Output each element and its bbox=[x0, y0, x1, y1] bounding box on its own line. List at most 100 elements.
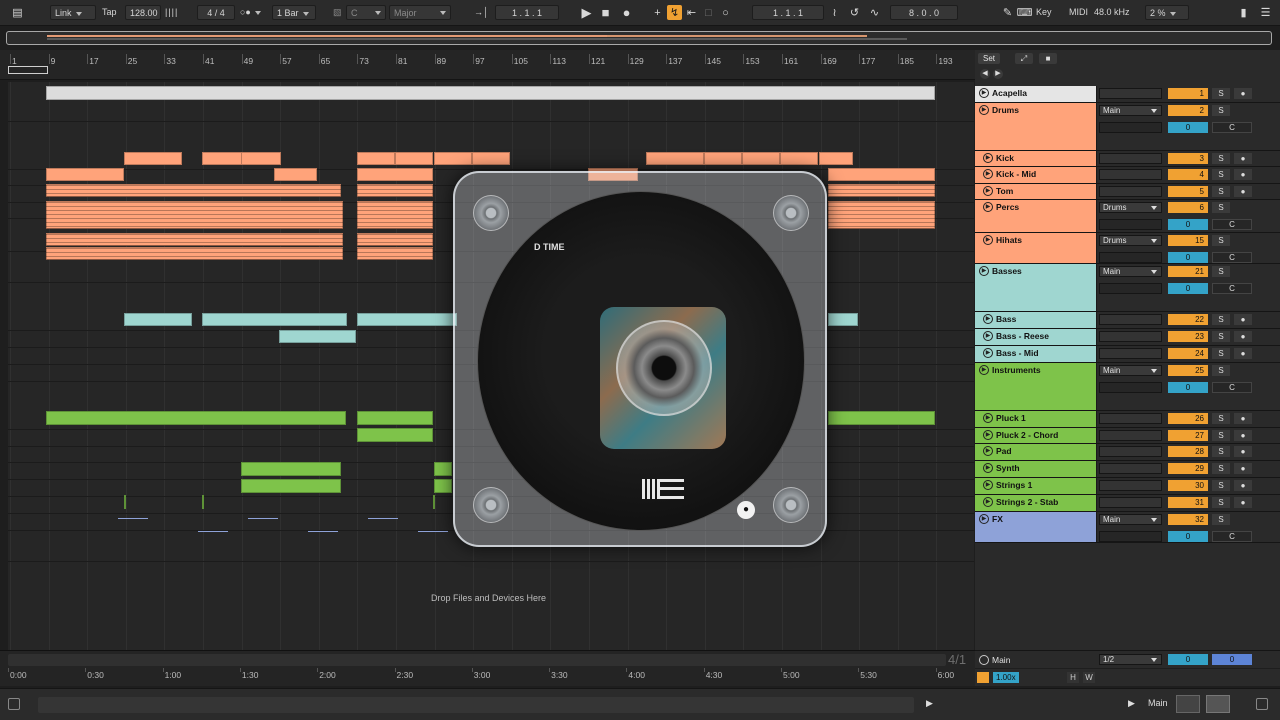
automation-arm-icon[interactable]: ↯ bbox=[667, 5, 682, 20]
lock-icon[interactable]: ■ bbox=[1039, 53, 1057, 64]
solo-button[interactable]: S bbox=[1212, 202, 1230, 213]
loop-icon[interactable]: ↺ bbox=[847, 5, 862, 20]
record-arm-icon[interactable]: ● bbox=[1234, 169, 1252, 180]
track-activator-icon[interactable]: ▶ bbox=[983, 446, 993, 456]
track-row[interactable]: ▶ Kick - Mid 4 S ● bbox=[975, 167, 1280, 184]
track-routing-dropdown[interactable]: Main bbox=[1099, 105, 1162, 116]
arrangement-clip[interactable] bbox=[357, 184, 433, 197]
arrow-left-icon[interactable]: ◀ bbox=[980, 69, 990, 79]
track-number[interactable]: 4 bbox=[1168, 169, 1208, 180]
track-activator-icon[interactable]: ▶ bbox=[979, 266, 989, 276]
record-arm-icon[interactable]: ● bbox=[1234, 331, 1252, 342]
record-arm-icon[interactable]: ● bbox=[1234, 153, 1252, 164]
cue-button[interactable]: C bbox=[1212, 122, 1252, 133]
track-routing-dropdown[interactable] bbox=[1099, 430, 1162, 441]
solo-button[interactable]: S bbox=[1212, 331, 1230, 342]
arrangement-clip[interactable] bbox=[202, 495, 204, 509]
main-pan[interactable]: 0 bbox=[1212, 654, 1252, 665]
track-row[interactable]: ▶ FX Main 32 S 0 C bbox=[975, 512, 1280, 543]
track-number[interactable]: 25 bbox=[1168, 365, 1208, 376]
track-name-panel[interactable]: ▶ Strings 1 bbox=[975, 478, 1097, 494]
set-button[interactable]: Set bbox=[978, 53, 1001, 64]
track-number[interactable]: 3 bbox=[1168, 153, 1208, 164]
track-name-panel[interactable]: ▶ Kick bbox=[975, 151, 1097, 166]
track-routing-dropdown[interactable] bbox=[1099, 169, 1162, 180]
arrangement-clip[interactable] bbox=[828, 313, 858, 326]
track-routing-dropdown[interactable] bbox=[1099, 186, 1162, 197]
track-name-panel[interactable]: ▶ Acapella bbox=[975, 86, 1097, 102]
track-row[interactable]: ▶ Synth 29 S ● bbox=[975, 461, 1280, 478]
track-name-panel[interactable]: ▶ Kick - Mid bbox=[975, 167, 1097, 183]
arrangement-clip[interactable] bbox=[46, 201, 343, 229]
track-name-panel[interactable]: ▶ Drums bbox=[975, 103, 1097, 150]
record-arm-icon[interactable]: ● bbox=[1234, 88, 1252, 99]
solo-button[interactable]: S bbox=[1212, 365, 1230, 376]
track-number[interactable]: 1 bbox=[1168, 88, 1208, 99]
track-number[interactable]: 30 bbox=[1168, 480, 1208, 491]
arrangement-clip[interactable] bbox=[828, 411, 935, 425]
arrangement-clip[interactable] bbox=[357, 428, 433, 442]
track-row[interactable]: ▶ Pluck 2 - Chord 27 S ● bbox=[975, 428, 1280, 444]
add-icon[interactable]: + bbox=[650, 5, 665, 20]
arrangement-clip[interactable] bbox=[704, 152, 742, 165]
key-root-dropdown[interactable]: C bbox=[346, 5, 386, 20]
record-arm-icon[interactable]: ● bbox=[1234, 186, 1252, 197]
solo-button[interactable]: S bbox=[1212, 153, 1230, 164]
track-activator-icon[interactable]: ▶ bbox=[983, 331, 993, 341]
menu-icon[interactable]: ☰ bbox=[1258, 5, 1273, 20]
link-button[interactable]: Link bbox=[50, 5, 96, 20]
session-record-icon[interactable]: ○ bbox=[718, 5, 733, 20]
arrangement-clip[interactable] bbox=[395, 152, 433, 165]
loop-start-field[interactable]: 1 . 1 . 1 bbox=[752, 5, 824, 20]
cue-button[interactable]: C bbox=[1212, 531, 1252, 542]
loop-length-field[interactable]: 8 . 0 . 0 bbox=[890, 5, 958, 20]
track-row[interactable]: ▶ Strings 2 - Stab 31 S ● bbox=[975, 495, 1280, 512]
record-arm-icon[interactable]: ● bbox=[1234, 497, 1252, 508]
bar-ruler[interactable]: 1 9 17 25 33 41 49 57 65 73 81 89 97 105 113 121 129 137 1… bbox=[0, 50, 975, 80]
track-name-panel[interactable]: ▶ Bass - Reese bbox=[975, 329, 1097, 345]
track-routing-dropdown[interactable]: Main bbox=[1099, 266, 1162, 277]
track-routing-dropdown[interactable]: Drums bbox=[1099, 202, 1162, 213]
clip-view-thumbnail-icon[interactable] bbox=[1176, 695, 1200, 713]
expand-icon[interactable]: ⤢ bbox=[1015, 53, 1033, 64]
arrangement-clip[interactable] bbox=[646, 152, 704, 165]
track-row[interactable]: ▶ Tom 5 S ● bbox=[975, 184, 1280, 200]
track-name-panel[interactable]: ▶ Pad bbox=[975, 444, 1097, 460]
arrangement-clip[interactable] bbox=[46, 86, 935, 100]
track-activator-icon[interactable]: ▶ bbox=[983, 186, 993, 196]
solo-button[interactable]: S bbox=[1212, 514, 1230, 525]
pan-control[interactable]: 0 bbox=[1168, 122, 1208, 133]
w-button[interactable]: W bbox=[1083, 672, 1095, 683]
arrangement-position-field[interactable]: 1 . 1 . 1 bbox=[495, 5, 559, 20]
tempo-field[interactable]: 128.00 bbox=[125, 5, 161, 20]
arrangement-clip[interactable] bbox=[434, 479, 452, 493]
scale-toggle-icon[interactable]: ▧ bbox=[333, 5, 342, 20]
punch-out-icon[interactable]: ∿ bbox=[867, 5, 882, 20]
track-activator-icon[interactable]: ▶ bbox=[979, 365, 989, 375]
solo-button[interactable]: S bbox=[1212, 266, 1230, 277]
h-button[interactable]: H bbox=[1067, 672, 1079, 683]
track-row[interactable]: ▶ Hihats Drums 15 S 0 C bbox=[975, 233, 1280, 264]
arrangement-clip[interactable] bbox=[46, 411, 346, 425]
record-arm-icon[interactable]: ● bbox=[1234, 413, 1252, 424]
track-routing-dropdown[interactable]: Main bbox=[1099, 514, 1162, 525]
track-row[interactable]: ▶ Strings 1 30 S ● bbox=[975, 478, 1280, 495]
track-activator-icon[interactable]: ▶ bbox=[983, 169, 993, 179]
pan-control[interactable]: 0 bbox=[1168, 382, 1208, 393]
track-routing-dropdown[interactable] bbox=[1099, 446, 1162, 457]
cpu-meter[interactable]: 2 % bbox=[1145, 5, 1189, 20]
computer-keyboard-icon[interactable]: ⌨ bbox=[1017, 5, 1033, 20]
track-row[interactable]: ▶ Acapella 1 S ● bbox=[975, 86, 1280, 103]
metronome-icon[interactable]: ○● bbox=[240, 5, 261, 20]
track-routing-dropdown[interactable] bbox=[1099, 348, 1162, 359]
solo-button[interactable]: S bbox=[1212, 497, 1230, 508]
solo-button[interactable]: S bbox=[1212, 169, 1230, 180]
detail-view-icon[interactable] bbox=[1256, 698, 1268, 710]
track-row[interactable]: ▶ Kick 3 S ● bbox=[975, 151, 1280, 167]
arrangement-clip[interactable] bbox=[742, 152, 780, 165]
cue-button[interactable]: C bbox=[1212, 283, 1252, 294]
capture-icon[interactable]: □ bbox=[701, 5, 716, 20]
play-small-icon[interactable]: ▶ bbox=[926, 698, 933, 709]
solo-button[interactable]: S bbox=[1212, 413, 1230, 424]
record-arm-icon[interactable]: ● bbox=[1234, 463, 1252, 474]
